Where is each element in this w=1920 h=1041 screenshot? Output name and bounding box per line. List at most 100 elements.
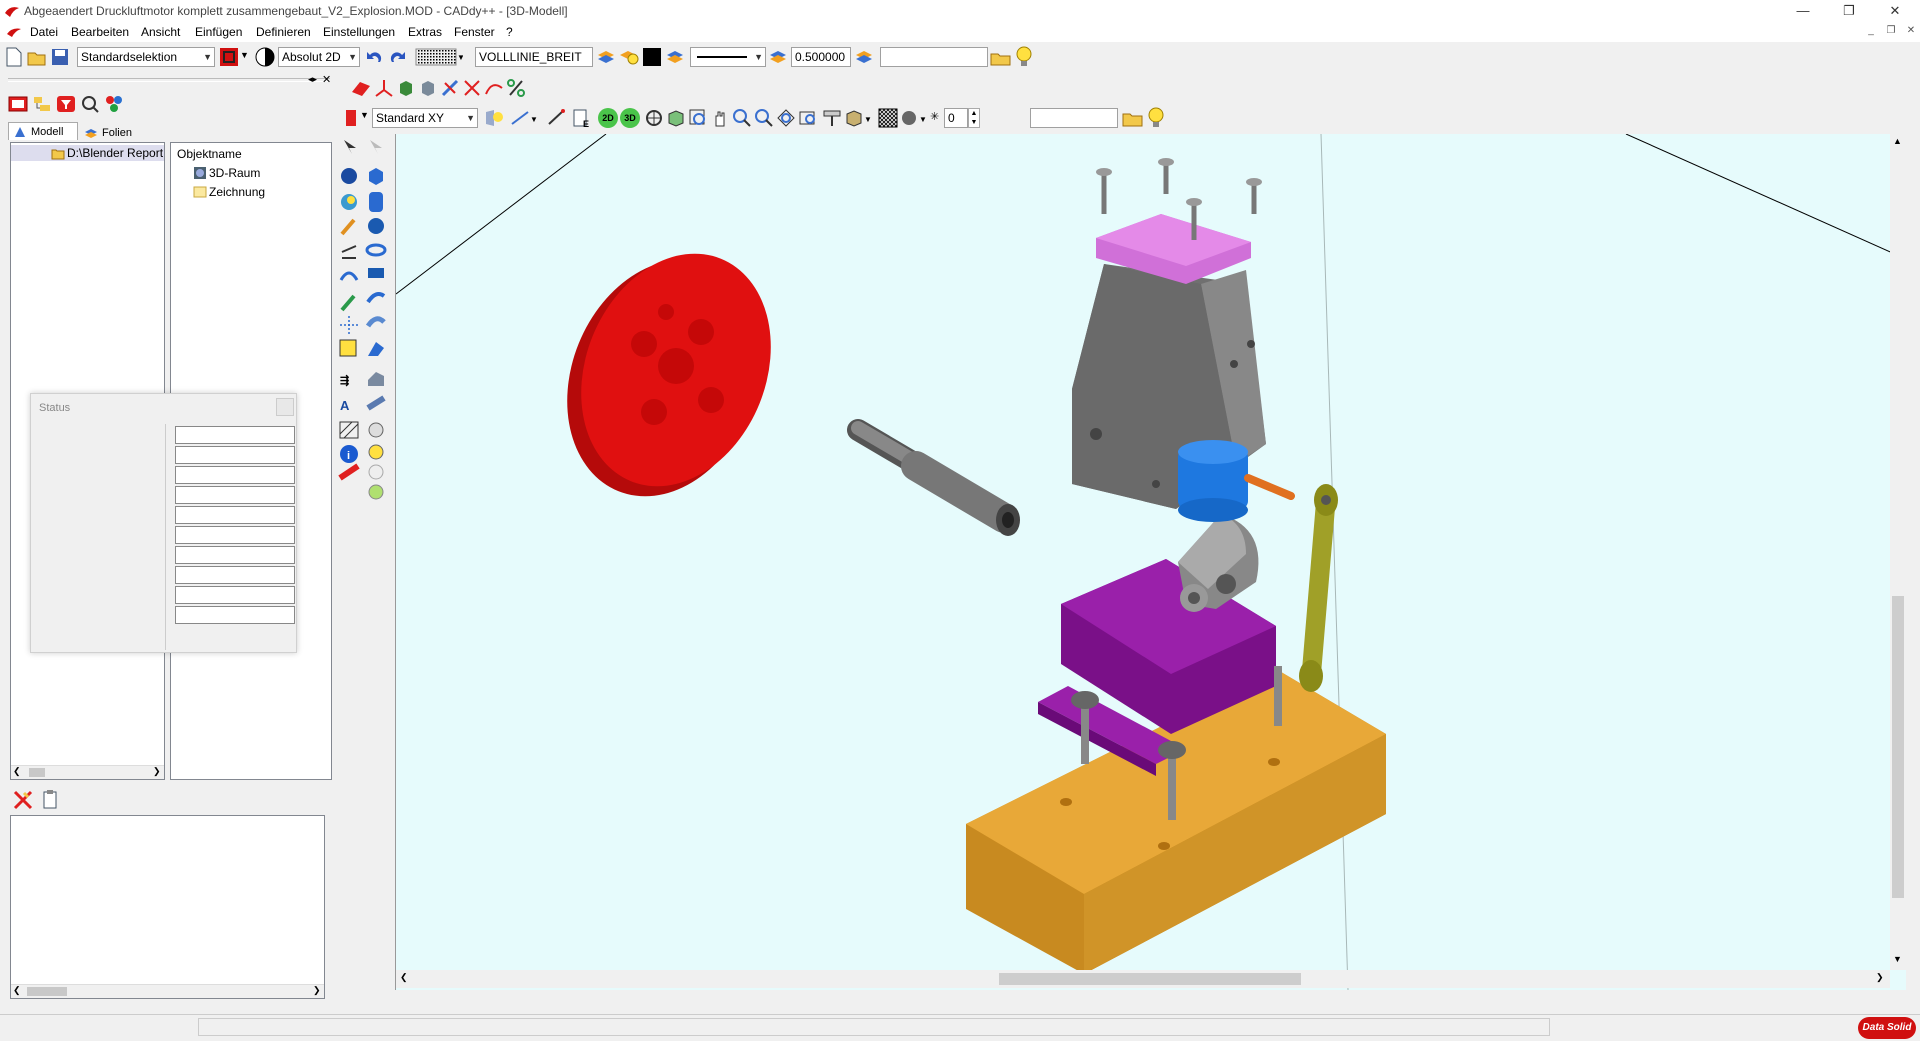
tree-scrollbar[interactable]: ❮ ❯ (11, 765, 164, 779)
filter-red-icon[interactable] (56, 94, 76, 114)
box-icon[interactable] (396, 78, 416, 98)
zoom-window-icon[interactable] (688, 108, 708, 128)
layer-bulb-icon[interactable] (618, 47, 640, 67)
connecting-rod[interactable] (1299, 484, 1338, 692)
property-scrollbar[interactable]: ❮ ❯ (11, 984, 324, 998)
tab-modell[interactable]: Modell (8, 122, 78, 140)
scroll-left-icon[interactable]: ❮ (400, 972, 408, 983)
view-bulb-icon[interactable] (482, 108, 506, 128)
undo-icon[interactable] (364, 47, 384, 67)
top-plate[interactable] (1096, 158, 1262, 284)
delete-tool-icon[interactable] (12, 789, 34, 811)
paint-roller-icon[interactable] (822, 108, 842, 128)
mdi-minimize-button[interactable]: _ (1862, 25, 1880, 39)
new-file-icon[interactable] (5, 47, 23, 67)
open-file-icon[interactable] (27, 47, 47, 67)
render-cube-icon[interactable]: ▼ (844, 108, 874, 128)
cut-icon[interactable] (462, 78, 482, 98)
layers-icon[interactable] (596, 47, 616, 67)
zoom-all-icon[interactable] (776, 108, 796, 128)
scroll-down-icon[interactable]: ▼ (1893, 954, 1902, 964)
scroll-thumb[interactable] (1892, 596, 1904, 898)
line-type-field[interactable]: VOLLLINIE_BREIT (475, 47, 593, 67)
measure-icon[interactable] (546, 108, 568, 128)
menu-extras[interactable]: Extras (408, 25, 442, 39)
cube-gray-icon[interactable] (418, 78, 438, 98)
zoom-previous-icon[interactable] (798, 108, 818, 128)
scroll-thumb[interactable] (999, 973, 1301, 985)
restore-button[interactable]: ❐ (1826, 0, 1872, 22)
spin-buttons[interactable]: ▲ ▼ (968, 108, 980, 128)
save-icon[interactable] (50, 47, 70, 67)
scroll-left-icon[interactable]: ❮ (13, 766, 21, 777)
menu-einfuegen[interactable]: Einfügen (195, 25, 242, 39)
piston[interactable] (1178, 440, 1295, 522)
chevron-down-icon[interactable]: ▼ (360, 110, 369, 120)
edit-curve-icon[interactable] (484, 78, 504, 98)
crank-disc[interactable] (1178, 514, 1259, 612)
tool-palette-icons[interactable]: ⇶ A i (338, 134, 394, 574)
scroll-right-icon[interactable]: ❯ (153, 766, 161, 777)
spin-value-field[interactable]: 0 (944, 108, 968, 128)
menu-definieren[interactable]: Definieren (256, 25, 311, 39)
orbit-icon[interactable] (644, 108, 664, 128)
view-3d-button[interactable]: 3D (620, 108, 640, 128)
zoom-out-icon[interactable] (754, 108, 774, 128)
pin-icon[interactable]: ◂▸ (308, 74, 317, 85)
viewport-hscrollbar[interactable]: ❮ ❯ (396, 970, 1890, 988)
scroll-up-icon[interactable]: ▲ (1893, 136, 1902, 146)
scroll-thumb[interactable] (29, 768, 45, 777)
bulb-view-icon[interactable] (1146, 107, 1166, 129)
line-style-select[interactable]: ▼ (690, 47, 766, 67)
edge-icon[interactable]: E (570, 108, 592, 128)
clipboard-icon[interactable] (40, 789, 60, 811)
3d-model-scene[interactable] (396, 134, 1906, 990)
close-panel-icon[interactable]: ✕ (322, 73, 331, 86)
menu-help[interactable]: ? (506, 25, 513, 39)
solid-red-icon[interactable] (350, 78, 372, 98)
section-icon[interactable] (440, 78, 460, 98)
search-refresh-icon[interactable] (80, 94, 100, 114)
menu-ansicht[interactable]: Ansicht (141, 25, 180, 39)
coordinate-icon[interactable] (255, 47, 275, 67)
tree-root-item[interactable]: D:\Blender Report (11, 145, 164, 161)
wireframe-icon[interactable] (878, 108, 898, 128)
flywheel[interactable] (533, 225, 804, 526)
width-layers-icon[interactable] (768, 47, 788, 67)
layer-search-input[interactable] (880, 47, 988, 67)
menu-fenster[interactable]: Fenster (454, 25, 495, 39)
menu-einstellungen[interactable]: Einstellungen (323, 25, 395, 39)
folder-tree-icon[interactable] (32, 94, 52, 114)
close-button[interactable]: ✕ (1872, 0, 1918, 22)
view-cube-icon[interactable] (666, 108, 686, 128)
chevron-down-icon[interactable]: ▼ (240, 50, 249, 60)
color-swatch[interactable] (643, 48, 661, 66)
folder-view-icon[interactable] (1122, 108, 1144, 128)
selection-filter-icon[interactable] (219, 47, 239, 67)
pan-hand-icon[interactable] (710, 108, 730, 128)
pencil-view-icon[interactable] (342, 108, 362, 128)
grid-pattern-icon[interactable]: ▼ (415, 47, 463, 67)
3d-viewport[interactable]: ❮ ❯ ▲ ▼ (395, 134, 1906, 990)
attributes-icon[interactable] (104, 94, 124, 114)
transform-icon[interactable]: ▼ (510, 108, 540, 128)
scroll-thumb[interactable] (27, 987, 67, 996)
scroll-left-icon[interactable]: ❮ (13, 985, 21, 996)
bulb-icon[interactable] (1014, 46, 1034, 68)
line-layers-icon[interactable] (665, 47, 685, 67)
view-2d-button[interactable]: 2D (598, 108, 618, 128)
width-layer-icon[interactable] (854, 47, 874, 67)
viewport-vscrollbar[interactable]: ▲ ▼ (1890, 134, 1906, 970)
mdi-close-button[interactable]: ✕ (1902, 25, 1920, 39)
mdi-restore-button[interactable]: ❐ (1882, 25, 1900, 39)
line-width-field[interactable]: 0.500000 (791, 47, 851, 67)
tab-folien[interactable]: Folien (80, 124, 150, 142)
star-icon[interactable]: ✳ (930, 110, 939, 123)
menu-datei[interactable]: Datei (30, 25, 58, 39)
menu-bearbeiten[interactable]: Bearbeiten (71, 25, 129, 39)
status-close-button[interactable] (276, 398, 294, 416)
selection-mode-select[interactable]: Standardselektion ▼ (77, 47, 215, 67)
minimize-button[interactable]: — (1780, 0, 1826, 22)
coordinate-mode-select[interactable]: Absolut 2D ▼ (278, 47, 360, 67)
crankshaft[interactable] (847, 419, 1020, 536)
